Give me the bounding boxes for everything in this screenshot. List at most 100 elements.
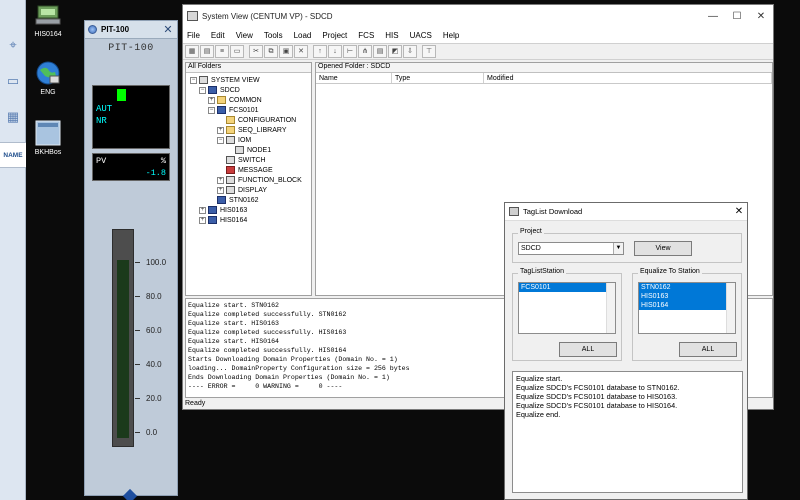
menu-view[interactable]: View <box>236 31 253 40</box>
faceplate-titlebar[interactable]: PIT-100 ✕ <box>85 21 177 39</box>
column-type[interactable]: Type <box>392 73 484 83</box>
menu-bar: File Edit View Tools Load Project FCS HI… <box>183 27 773 43</box>
large-icons-icon[interactable]: ▦ <box>185 45 199 58</box>
expand-icon[interactable]: + <box>217 126 224 134</box>
tree-icon[interactable]: ⊢ <box>343 45 357 58</box>
menu-help[interactable]: Help <box>443 31 459 40</box>
collapse-icon[interactable]: − <box>208 106 215 114</box>
open-folder-icon[interactable]: ▭ <box>230 45 244 58</box>
pv-label: PV <box>96 156 107 166</box>
scrollbar[interactable] <box>606 283 615 333</box>
list-item[interactable]: HIS0164 <box>639 301 726 310</box>
tree-item[interactable]: CONFIGURATION <box>217 115 296 125</box>
tree-item-label: COMMON <box>229 96 262 104</box>
all-button[interactable]: ALL <box>559 342 617 357</box>
dialog-titlebar[interactable]: TagList Download ✕ <box>505 203 747 221</box>
list-item[interactable]: HIS0163 <box>639 292 726 301</box>
node-icon <box>235 146 244 154</box>
move-down-icon[interactable]: ↓ <box>328 45 342 58</box>
tree-item[interactable]: − SDCD <box>199 85 240 95</box>
toolbar: ▦ ▤ ≡ ▭ ✂ ⧉ ▣ ✕ ↑ ↓ ⊢ ⋔ ▤ ◩ ⇩ ⊤ <box>183 43 773 60</box>
minimize-button[interactable]: — <box>701 11 725 22</box>
operation-diamond-icon[interactable] <box>122 488 138 500</box>
tree-item[interactable]: − IOM <box>217 135 251 145</box>
collapse-icon[interactable]: − <box>199 86 206 94</box>
message-line: Equalize start. <box>516 374 563 383</box>
copy-icon[interactable]: ⧉ <box>264 45 278 58</box>
column-name[interactable]: Name <box>316 73 392 83</box>
hierarchy-icon[interactable]: ⋔ <box>358 45 372 58</box>
chevron-down-icon[interactable]: ▼ <box>613 243 623 254</box>
desktop-icon-bkhbos[interactable]: BKHBos <box>23 120 73 156</box>
download-icon[interactable]: ⇩ <box>403 45 417 58</box>
move-up-icon[interactable]: ↑ <box>313 45 327 58</box>
column-modified[interactable]: Modified <box>484 73 772 83</box>
delete-icon[interactable]: ✕ <box>294 45 308 58</box>
tree-item-label: STN0162 <box>229 196 259 204</box>
collapse-icon[interactable]: − <box>217 136 224 144</box>
menu-fcs[interactable]: FCS <box>358 31 374 40</box>
grid-layout-icon[interactable]: ▦ <box>3 108 23 126</box>
scrollbar[interactable] <box>726 283 735 333</box>
tree-item[interactable]: − FCS0101 <box>208 105 259 115</box>
project-select[interactable]: SDCD ▼ <box>518 242 624 255</box>
status-panel: AUT NR <box>92 85 170 149</box>
desktop-icon-his0164[interactable]: HIS0164 <box>23 2 73 38</box>
monitor-icon[interactable]: ▭ <box>3 72 23 90</box>
network-tree-icon[interactable]: ⌖ <box>3 36 23 54</box>
app-icon <box>187 11 198 21</box>
equalize-station-list[interactable]: STN0162 HIS0163 HIS0164 <box>638 282 736 334</box>
expand-icon[interactable]: + <box>199 216 206 224</box>
tree-item[interactable]: + HIS0163 <box>199 205 247 215</box>
collapse-icon[interactable]: − <box>190 76 197 84</box>
expand-icon[interactable]: + <box>199 206 206 214</box>
tree-item[interactable]: + COMMON <box>208 95 262 105</box>
menu-project[interactable]: Project <box>322 31 347 40</box>
menu-edit[interactable]: Edit <box>211 31 225 40</box>
system-view-titlebar[interactable]: System View (CENTUM VP) - SDCD — ☐ ✕ <box>183 5 773 27</box>
menu-load[interactable]: Load <box>294 31 312 40</box>
expand-icon[interactable]: + <box>217 176 224 184</box>
iom-icon <box>226 136 235 144</box>
station-icon <box>217 196 226 204</box>
menu-tools[interactable]: Tools <box>264 31 283 40</box>
tree-item[interactable]: + SEQ_LIBRARY <box>217 125 287 135</box>
taglist-station-list[interactable]: FCS0101 <box>518 282 616 334</box>
station-icon <box>208 216 217 224</box>
cut-icon[interactable]: ✂ <box>249 45 263 58</box>
graphic-icon[interactable]: ◩ <box>388 45 402 58</box>
list-icon[interactable]: ≡ <box>215 45 229 58</box>
tree-item[interactable]: + HIS0164 <box>199 215 247 225</box>
pv-bar-track <box>117 260 129 438</box>
small-icons-icon[interactable]: ▤ <box>200 45 214 58</box>
tree-item[interactable]: STN0162 <box>208 195 259 205</box>
project-label: Project <box>518 228 544 235</box>
tree-item[interactable]: NODE1 <box>226 145 271 155</box>
close-icon[interactable]: ✕ <box>162 23 174 36</box>
menu-file[interactable]: File <box>187 31 200 40</box>
tree-item[interactable]: SWITCH <box>217 155 266 165</box>
properties-icon[interactable]: ▤ <box>373 45 387 58</box>
network-icon[interactable]: ⊤ <box>422 45 436 58</box>
menu-his[interactable]: HIS <box>385 31 398 40</box>
list-item[interactable]: FCS0101 <box>519 283 606 292</box>
tree-item[interactable]: MESSAGE <box>217 165 273 175</box>
expand-icon[interactable]: + <box>217 186 224 194</box>
dialog-title: TagList Download <box>523 207 583 216</box>
paste-icon[interactable]: ▣ <box>279 45 293 58</box>
all-button[interactable]: ALL <box>679 342 737 357</box>
tree-item[interactable]: − SYSTEM VIEW <box>190 75 260 85</box>
close-button[interactable]: ✕ <box>749 11 773 22</box>
view-button[interactable]: View <box>634 241 692 256</box>
tree-item-label: NODE1 <box>247 146 272 154</box>
message-line: Equalize SDCD's FCS0101 database to STN0… <box>516 383 680 392</box>
expand-icon[interactable]: + <box>208 96 215 104</box>
fcs-icon <box>217 106 226 114</box>
menu-uacs[interactable]: UACS <box>410 31 432 40</box>
list-item[interactable]: STN0162 <box>639 283 726 292</box>
tree-item[interactable]: + FUNCTION_BLOCK <box>217 175 302 185</box>
close-button[interactable]: ✕ <box>731 206 747 217</box>
desktop-icon-eng[interactable]: ENG <box>23 60 73 96</box>
tree-item[interactable]: + DISPLAY <box>217 185 267 195</box>
maximize-button[interactable]: ☐ <box>725 11 749 22</box>
